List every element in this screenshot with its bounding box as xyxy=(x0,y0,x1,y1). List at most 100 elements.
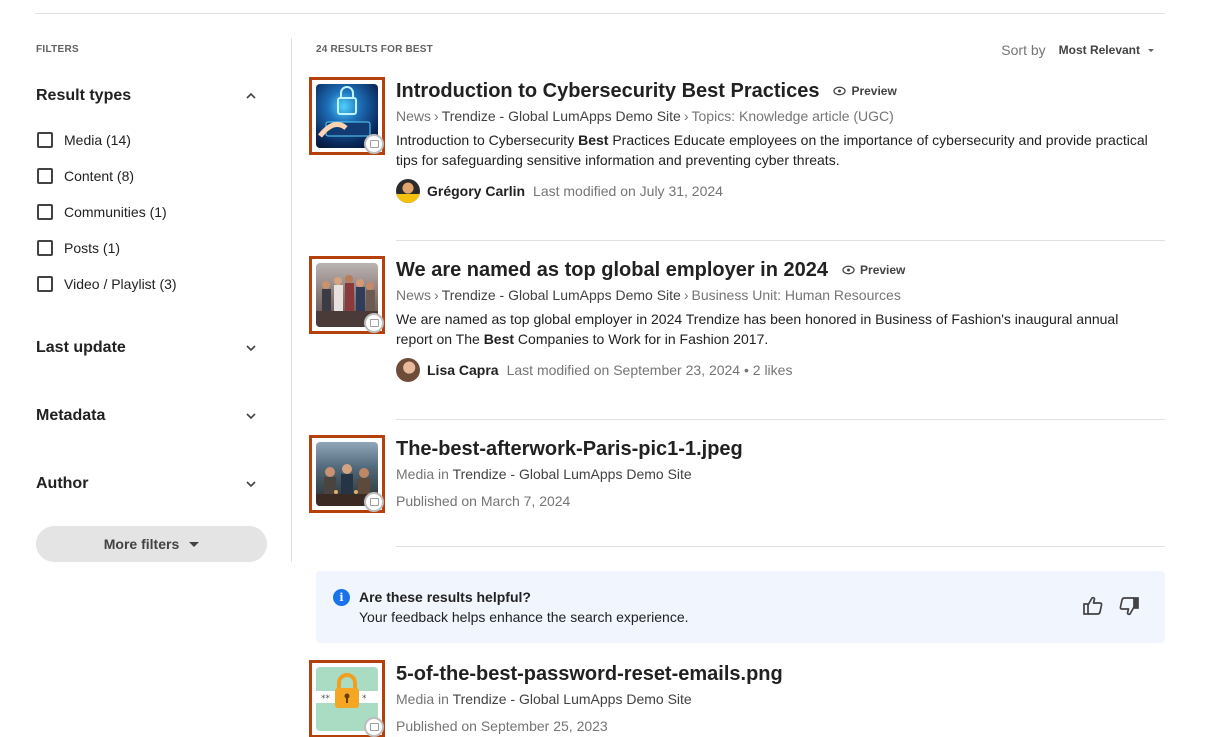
top-divider xyxy=(35,13,1165,14)
media-prefix: Media in xyxy=(396,691,449,707)
filter-option-label: Communities (1) xyxy=(64,204,167,220)
checkbox[interactable] xyxy=(37,204,53,220)
chevron-right-icon: › xyxy=(683,108,689,124)
feedback-subtitle: Your feedback helps enhance the search e… xyxy=(359,609,689,625)
result-title[interactable]: Introduction to Cybersecurity Best Pract… xyxy=(396,80,819,103)
thumbs-down-icon xyxy=(1119,597,1139,616)
result-thumbnail[interactable] xyxy=(309,435,385,513)
chevron-right-icon: › xyxy=(434,108,439,124)
result-types-toggle[interactable]: Result types xyxy=(36,84,258,108)
site-link[interactable]: Trendize - Global LumApps Demo Site xyxy=(453,691,692,707)
excerpt-text: Introduction to Cybersecurity xyxy=(396,132,579,148)
results-count: 24 RESULTS FOR BEST xyxy=(316,44,433,55)
media-prefix: Media in xyxy=(396,466,449,482)
filter-option-content[interactable]: Content (8) xyxy=(37,166,134,186)
media-location: Media in Trendize - Global LumApps Demo … xyxy=(396,466,1166,482)
result-thumbnail[interactable] xyxy=(309,256,385,334)
image-type-icon xyxy=(364,492,384,512)
image-type-icon xyxy=(364,717,384,737)
result-meta: Lisa Capra Last modified on September 23… xyxy=(396,358,1166,382)
result-separator xyxy=(396,419,1165,420)
result-title[interactable]: The-best-afterwork-Paris-pic1-1.jpeg xyxy=(396,438,743,461)
author-label: Author xyxy=(36,475,89,492)
chevron-down-icon xyxy=(244,341,258,355)
sort-dropdown[interactable]: Most Relevant xyxy=(1059,43,1154,57)
checkbox[interactable] xyxy=(37,276,53,292)
crumb-type: News xyxy=(396,108,432,124)
result-thumbnail[interactable] xyxy=(309,77,385,155)
result-separator xyxy=(396,240,1165,241)
preview-button[interactable]: Preview xyxy=(833,84,897,98)
author-toggle[interactable]: Author xyxy=(36,472,258,496)
chevron-right-icon: › xyxy=(434,287,439,303)
avatar[interactable] xyxy=(396,179,420,203)
crumb-type: News xyxy=(396,287,432,303)
chevron-down-icon xyxy=(244,477,258,491)
filter-option-label: Content (8) xyxy=(64,168,135,184)
author-name[interactable]: Grégory Carlin xyxy=(427,183,525,199)
info-icon: i xyxy=(333,589,350,606)
filter-option-label: Posts (1) xyxy=(64,240,121,256)
filter-option-video[interactable]: Video / Playlist (3) xyxy=(37,274,177,294)
result-thumbnail[interactable]: ** * xyxy=(309,660,385,737)
svg-text:*: * xyxy=(362,694,367,704)
more-filters-button[interactable]: More filters xyxy=(36,526,267,562)
modified-date: Last modified on July 31, 2024 xyxy=(533,183,723,199)
sort-control: Sort by Most Relevant xyxy=(1001,42,1154,58)
result-types-label: Result types xyxy=(36,87,132,104)
result-separator xyxy=(396,546,1165,547)
result-meta: Grégory Carlin Last modified on July 31,… xyxy=(396,179,1166,203)
thumbs-up-icon xyxy=(1083,596,1103,615)
preview-button[interactable]: Preview xyxy=(842,263,905,277)
crumb-site-link[interactable]: Trendize - Global LumApps Demo Site xyxy=(442,287,681,303)
last-update-label: Last update xyxy=(36,339,126,356)
chevron-right-icon: › xyxy=(683,287,689,303)
published-date: Published on March 7, 2024 xyxy=(396,493,571,509)
breadcrumb: News › Trendize - Global LumApps Demo Site… xyxy=(396,108,1166,124)
filter-option-posts[interactable]: Posts (1) xyxy=(37,238,120,258)
result-excerpt: Introduction to Cybersecurity Best Pract… xyxy=(396,130,1156,170)
avatar[interactable] xyxy=(396,358,420,382)
more-filters-label: More filters xyxy=(103,536,180,552)
crumb-metadata: Topics: Knowledge article (UGC) xyxy=(691,108,894,124)
site-link[interactable]: Trendize - Global LumApps Demo Site xyxy=(453,466,692,482)
breadcrumb: News › Trendize - Global LumApps Demo Site… xyxy=(396,287,1166,303)
content-type-icon xyxy=(364,134,384,154)
sidebar-divider xyxy=(291,38,292,562)
checkbox[interactable] xyxy=(37,168,53,184)
eye-icon xyxy=(842,265,855,275)
caret-down-icon xyxy=(189,541,200,547)
filter-option-communities[interactable]: Communities (1) xyxy=(37,202,167,222)
filter-option-label: Media (14) xyxy=(64,132,131,148)
excerpt-highlight: Best xyxy=(578,132,609,148)
excerpt-highlight: Best xyxy=(483,331,515,347)
checkbox[interactable] xyxy=(37,240,53,256)
crumb-site-link[interactable]: Trendize - Global LumApps Demo Site xyxy=(442,108,681,124)
metadata-toggle[interactable]: Metadata xyxy=(36,404,258,428)
modified-date: Last modified on September 23, 2024 • 2 … xyxy=(506,362,793,378)
thumbs-up-button[interactable] xyxy=(1082,595,1104,617)
author-name[interactable]: Lisa Capra xyxy=(427,362,499,378)
chevron-up-icon xyxy=(244,89,258,103)
thumbs-down-button[interactable] xyxy=(1118,595,1140,617)
result-title[interactable]: We are named as top global employer in 2… xyxy=(396,259,828,282)
metadata-label: Metadata xyxy=(36,407,106,424)
filters-title: FILTERS xyxy=(36,44,80,55)
published-date: Published on September 25, 2023 xyxy=(396,718,608,734)
last-update-toggle[interactable]: Last update xyxy=(36,336,258,360)
chevron-down-icon xyxy=(244,409,258,423)
preview-label: Preview xyxy=(851,84,897,98)
content-type-icon xyxy=(364,313,384,333)
feedback-banner: i Are these results helpful? Your feedba… xyxy=(316,571,1165,643)
filter-option-media[interactable]: Media (14) xyxy=(37,130,131,150)
preview-label: Preview xyxy=(860,263,906,277)
caret-down-icon xyxy=(1148,48,1154,52)
checkbox[interactable] xyxy=(37,132,53,148)
excerpt-text: Companies to Work for in Fashion 2017. xyxy=(514,331,769,347)
crumb-metadata: Business Unit: Human Resources xyxy=(691,287,901,303)
result-excerpt: We are named as top global employer in 2… xyxy=(396,309,1156,349)
result-title[interactable]: 5-of-the-best-password-reset-emails.png xyxy=(396,663,783,686)
sort-by-label: Sort by xyxy=(1001,42,1046,58)
sort-value: Most Relevant xyxy=(1058,43,1140,57)
svg-text:**: ** xyxy=(321,694,331,704)
